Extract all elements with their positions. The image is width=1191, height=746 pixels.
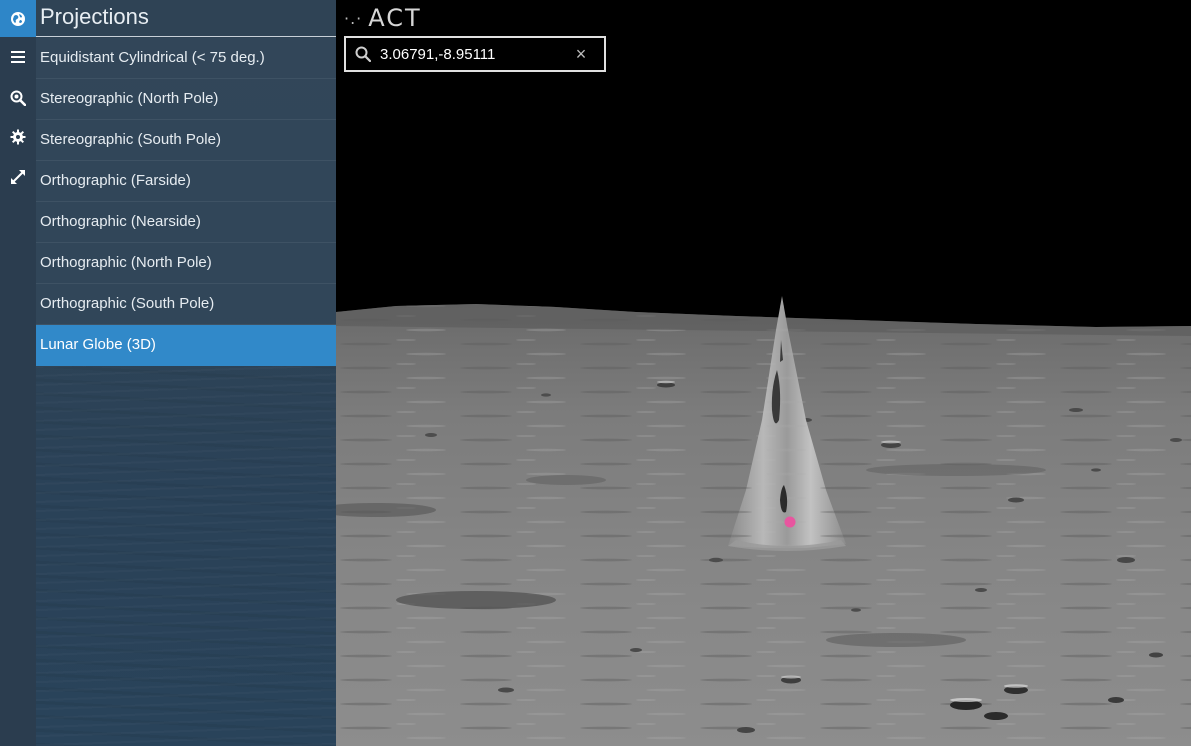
menu-button[interactable] — [0, 38, 36, 75]
search-icon — [346, 38, 380, 70]
globe-button[interactable] — [0, 0, 36, 37]
projection-orthographic-nearside[interactable]: Orthographic (Nearside) — [36, 202, 336, 243]
search-zoom-button[interactable] — [0, 79, 36, 116]
coordinate-search-input[interactable] — [380, 39, 566, 69]
lunar-terrain-scene — [336, 296, 1191, 746]
projection-equidistant-cylindrical[interactable]: Equidistant Cylindrical (< 75 deg.) — [36, 38, 336, 79]
icon-rail — [0, 0, 36, 746]
projection-list: Equidistant Cylindrical (< 75 deg.) Ster… — [36, 38, 336, 366]
location-marker[interactable] — [784, 516, 796, 528]
depression-shadow — [826, 633, 966, 647]
menu-icon — [11, 50, 25, 63]
globe-icon — [11, 11, 25, 26]
projections-panel: Projections Equidistant Cylindrical (< 7… — [36, 0, 336, 746]
act-logo: ·.· ACT — [344, 4, 422, 32]
clear-search-button[interactable]: × — [566, 38, 596, 70]
projection-stereographic-north[interactable]: Stereographic (North Pole) — [36, 79, 336, 120]
expand-icon — [11, 169, 25, 184]
depression-shadow — [396, 591, 556, 609]
projection-orthographic-south[interactable]: Orthographic (South Pole) — [36, 284, 336, 325]
logo-dots: ·.· — [344, 8, 363, 28]
map-viewport[interactable]: ·.· ACT × — [336, 0, 1191, 746]
depression-shadow — [526, 475, 606, 485]
panel-title: Projections — [36, 0, 336, 37]
panel-background-texture — [36, 366, 336, 746]
projection-stereographic-south[interactable]: Stereographic (South Pole) — [36, 120, 336, 161]
fullscreen-button[interactable] — [0, 158, 36, 195]
gear-icon — [10, 129, 26, 144]
settings-button[interactable] — [0, 118, 36, 155]
depression-shadow — [866, 464, 1046, 476]
projection-orthographic-north[interactable]: Orthographic (North Pole) — [36, 243, 336, 284]
projection-orthographic-farside[interactable]: Orthographic (Farside) — [36, 161, 336, 202]
projection-lunar-globe-3d[interactable]: Lunar Globe (3D) — [36, 325, 336, 366]
logo-text: ACT — [368, 4, 422, 32]
coordinate-search-box: × — [344, 36, 606, 72]
search-zoom-icon — [10, 90, 26, 106]
